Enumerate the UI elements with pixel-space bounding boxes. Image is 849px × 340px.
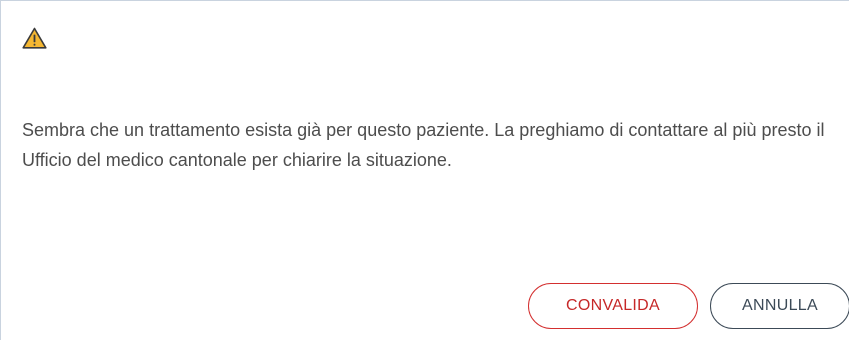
confirm-button[interactable]: CONVALIDA: [528, 283, 698, 329]
cancel-button[interactable]: ANNULLA: [710, 283, 849, 329]
dialog-message: Sembra che un trattamento esista già per…: [22, 120, 825, 170]
warning-icon: [22, 27, 47, 49]
dialog-actions: CONVALIDA ANNULLA: [528, 283, 849, 329]
warning-dialog: Sembra che un trattamento esista già per…: [0, 0, 849, 340]
